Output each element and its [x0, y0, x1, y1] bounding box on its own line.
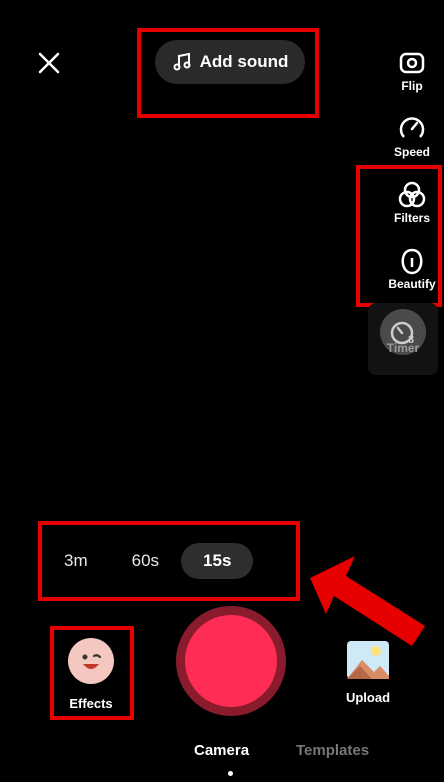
timer-label: Timer: [386, 341, 420, 355]
speed-off-icon: [399, 117, 425, 138]
record-button-inner: [185, 615, 277, 707]
side-tool-flip[interactable]: Flip: [382, 48, 442, 93]
annotation-box-add-sound: [137, 28, 319, 118]
side-tool-timer[interactable]: 3 Timer: [368, 303, 438, 375]
tab-templates[interactable]: Templates: [296, 742, 369, 759]
tab-camera[interactable]: Camera: [194, 742, 249, 759]
flip-camera-icon: [399, 52, 425, 74]
upload-label: Upload: [345, 690, 391, 705]
annotation-arrow: [310, 556, 425, 646]
flip-label: Flip: [401, 79, 423, 93]
annotation-box-effects: [50, 626, 134, 720]
close-button[interactable]: [34, 48, 64, 78]
close-icon: [38, 52, 60, 74]
upload-gallery-icon: [347, 641, 389, 679]
upload-button[interactable]: Upload: [336, 640, 400, 705]
speed-label: Speed: [393, 145, 430, 159]
record-button[interactable]: [176, 606, 286, 716]
side-tool-speed[interactable]: Speed: [382, 114, 442, 159]
annotation-box-durations: [38, 521, 300, 601]
selected-mode-indicator: [228, 771, 233, 776]
annotation-box-filters-beautify: [356, 165, 442, 307]
